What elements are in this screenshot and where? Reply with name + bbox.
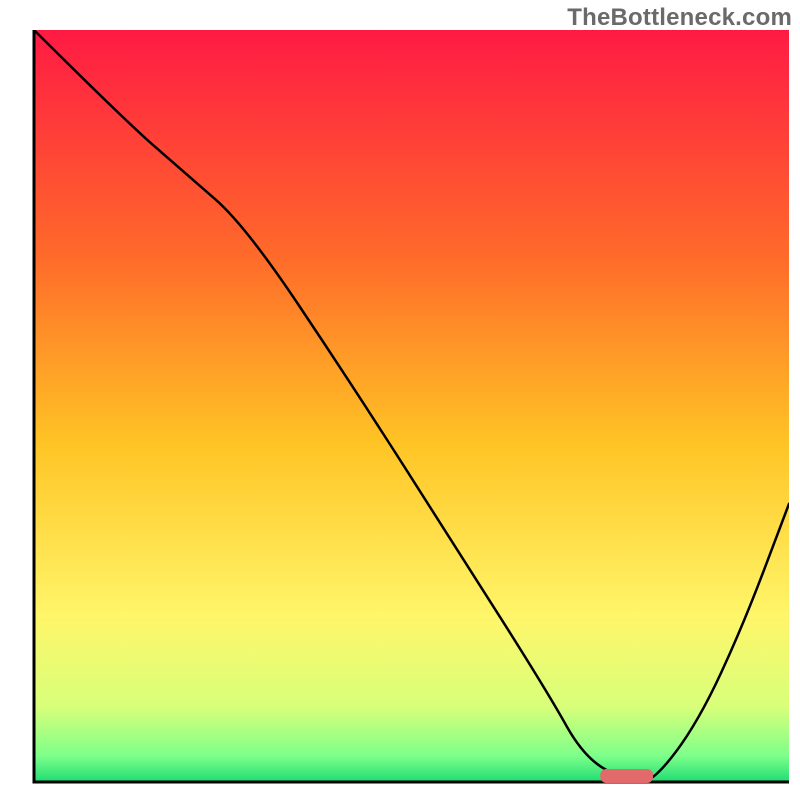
optimal-marker (600, 769, 653, 783)
plot-background (34, 30, 789, 782)
chart-container: TheBottleneck.com (0, 0, 800, 800)
chart-svg (0, 0, 800, 800)
watermark-text: TheBottleneck.com (567, 4, 792, 32)
